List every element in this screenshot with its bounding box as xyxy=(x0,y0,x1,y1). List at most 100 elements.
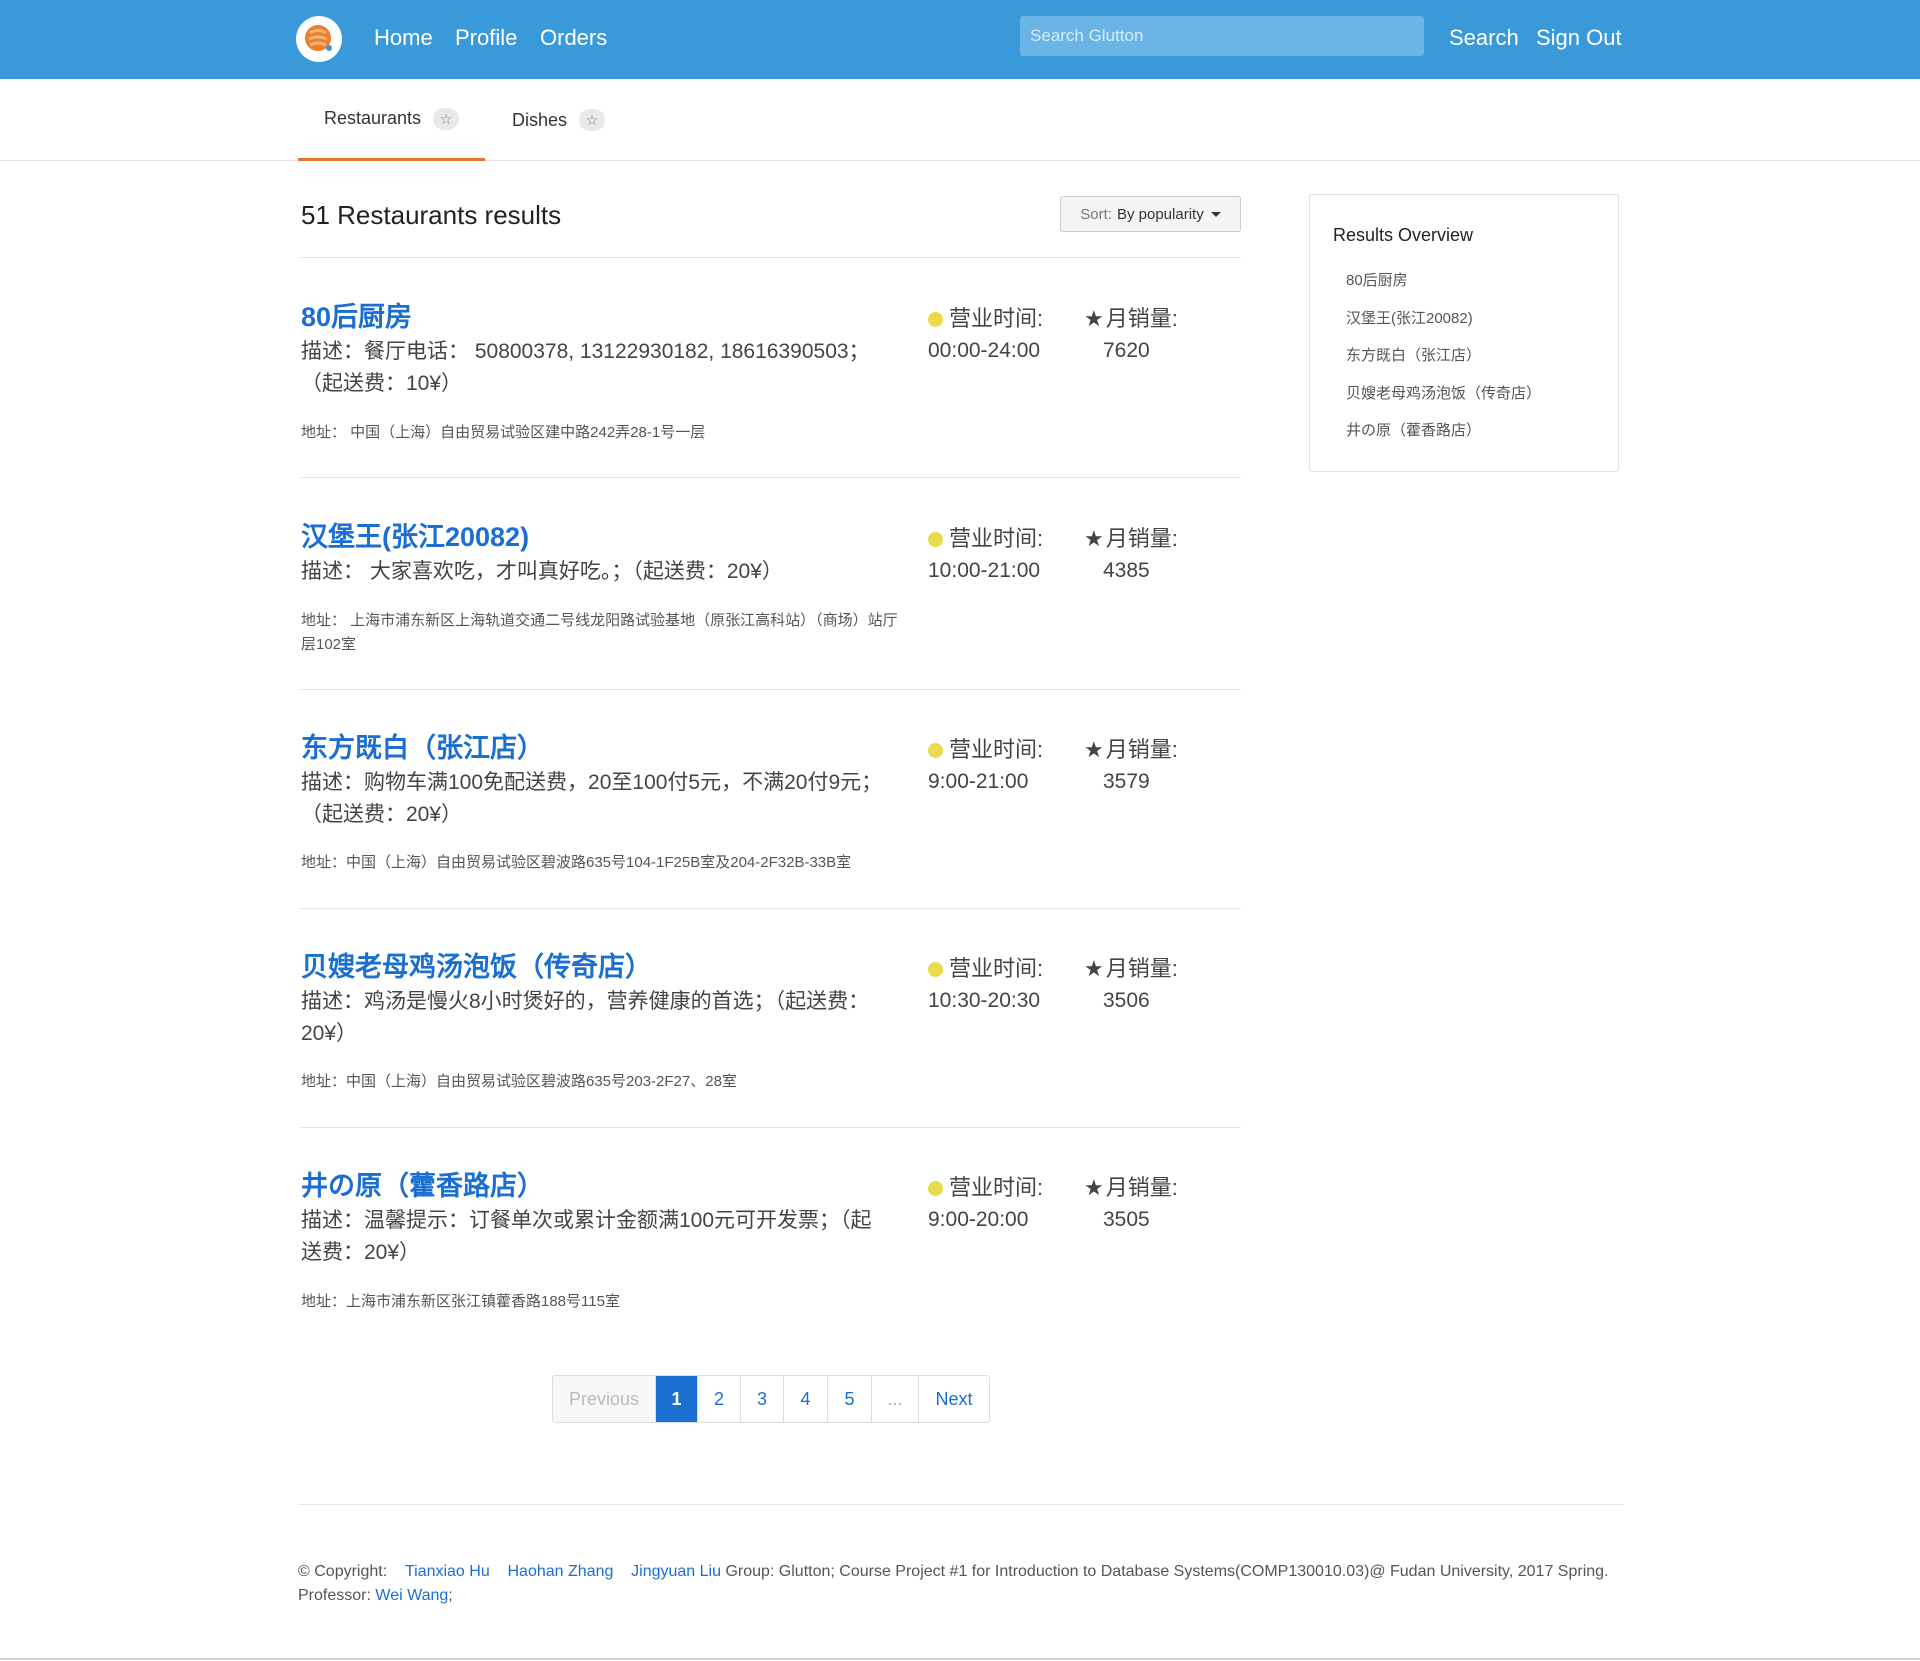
restaurant-card: 汉堡王(张江20082) 描述： 大家喜欢吃，才叫真好吃。；（起送费：20¥） … xyxy=(300,520,1241,660)
sales-label-text: 月销量: xyxy=(1105,306,1178,331)
restaurant-name-link[interactable]: 东方既白（张江店） xyxy=(301,731,544,765)
sort-value: By popularity xyxy=(1116,205,1204,223)
star-icon: ★ xyxy=(1084,306,1104,331)
divider xyxy=(300,689,1241,690)
pagination-next-button[interactable]: Next xyxy=(918,1376,989,1422)
sort-dropdown[interactable]: Sort: By popularity xyxy=(1060,196,1241,232)
restaurant-hours: 9:00-20:00 xyxy=(928,1208,1029,1231)
author-link[interactable]: Tianxiao Hu xyxy=(405,1563,490,1580)
restaurant-hours: 10:00-21:00 xyxy=(928,559,1041,582)
tab-restaurants-label: Restaurants xyxy=(324,108,422,128)
divider xyxy=(300,477,1241,478)
star-icon: ★ xyxy=(1084,1175,1104,1200)
footer-divider xyxy=(298,1504,1623,1505)
pagination-page-3[interactable]: 3 xyxy=(740,1376,783,1422)
footer: © Copyright: Tianxiao Hu Haohan Zhang Ji… xyxy=(298,1560,1658,1608)
restaurant-address: 地址：中国（上海）自由贸易试验区碧波路635号104-1F25B室及204-2F… xyxy=(301,854,852,871)
hours-label: 营业时间: xyxy=(928,524,1043,554)
open-status-dot-icon xyxy=(928,532,943,547)
hours-label: 营业时间: xyxy=(928,954,1043,984)
divider xyxy=(300,908,1241,909)
search-input[interactable] xyxy=(1020,16,1424,56)
tab-dishes-label: Dishes xyxy=(512,109,568,130)
tab-restaurants[interactable]: Restaurants ☆ xyxy=(298,79,486,161)
nav-profile-link[interactable]: Profile xyxy=(455,24,517,52)
restaurant-monthly-sales: 4385 xyxy=(1103,559,1150,582)
open-status-dot-icon xyxy=(928,743,943,758)
pagination-page-5[interactable]: 5 xyxy=(827,1376,871,1422)
pagination-ellipsis: ... xyxy=(871,1376,918,1422)
restaurant-address: 地址：上海市浦东新区张江镇藿香路188号115室 xyxy=(301,1293,620,1310)
hours-label-text: 营业时间: xyxy=(949,306,1044,331)
tab-restaurants-star-icon: ☆ xyxy=(433,107,460,130)
caret-down-icon xyxy=(1210,211,1221,217)
tab-dishes[interactable]: Dishes ☆ xyxy=(486,79,631,161)
sales-label-text: 月销量: xyxy=(1105,1175,1178,1200)
divider xyxy=(300,1127,1241,1128)
results-overview-title: Results Overview xyxy=(1333,225,1474,245)
copyright-label: © Copyright: xyxy=(298,1563,388,1580)
hours-label-text: 营业时间: xyxy=(949,737,1044,762)
logo-graphic xyxy=(305,25,332,51)
restaurant-address: 地址：中国（上海）自由贸易试验区碧波路635号203-2F27、28室 xyxy=(301,1073,737,1090)
professor-link[interactable]: Wei Wang xyxy=(375,1587,448,1604)
sales-label-text: 月销量: xyxy=(1105,526,1178,551)
overview-item[interactable]: 贝嫂老母鸡汤泡饭（传奇店） xyxy=(1346,382,1541,403)
restaurant-hours: 9:00-21:00 xyxy=(928,770,1029,793)
overview-item[interactable]: 80后厨房 xyxy=(1346,269,1408,290)
star-icon: ★ xyxy=(1084,526,1104,551)
restaurant-card: 井の原（藿香路店） 描述：温馨提示：订餐单次或累计金额满100元可开发票；（起送… xyxy=(300,1169,1241,1329)
overview-item[interactable]: 井の原（藿香路店） xyxy=(1346,419,1481,440)
overview-item[interactable]: 汉堡王(张江20082) xyxy=(1346,307,1473,328)
restaurant-address: 地址： 中国（上海）自由贸易试验区建中路242弄28-1号一层 xyxy=(301,424,706,441)
group-description: Group: Glutton; Course Project #1 for In… xyxy=(725,1563,1609,1580)
hours-label-text: 营业时间: xyxy=(949,526,1044,551)
sales-label: ★月销量: xyxy=(1084,954,1178,984)
restaurant-monthly-sales: 7620 xyxy=(1103,339,1150,362)
sales-label: ★月销量: xyxy=(1084,524,1178,554)
hours-label: 营业时间: xyxy=(928,304,1043,334)
restaurant-hours: 10:30-20:30 xyxy=(928,989,1041,1012)
restaurant-address: 地址： 上海市浦东新区上海轨道交通二号线龙阳路试验基地（原张江高科站）（商场）站… xyxy=(301,612,898,653)
restaurant-name-link[interactable]: 80后厨房 xyxy=(301,300,412,334)
restaurant-name-link[interactable]: 贝嫂老母鸡汤泡饭（传奇店） xyxy=(301,950,652,984)
divider xyxy=(300,257,1241,258)
overview-item[interactable]: 东方既白（张江店） xyxy=(1346,344,1481,365)
search-button[interactable]: Search xyxy=(1449,24,1519,52)
professor-suffix: ; xyxy=(448,1587,453,1604)
hours-label: 营业时间: xyxy=(928,735,1043,765)
restaurant-name-link[interactable]: 汉堡王(张江20082) xyxy=(301,520,529,554)
sales-label-text: 月销量: xyxy=(1105,737,1178,762)
hours-label-text: 营业时间: xyxy=(949,956,1044,981)
restaurant-monthly-sales: 3505 xyxy=(1103,1208,1150,1231)
nav-home-link[interactable]: Home xyxy=(374,24,433,52)
star-icon: ★ xyxy=(1084,956,1104,981)
results-title: 51 Restaurants results xyxy=(301,200,562,230)
restaurant-description: 描述：鸡汤是慢火8小时煲好的，营养健康的首选；（起送费：20¥） xyxy=(301,990,870,1045)
pagination-page-2[interactable]: 2 xyxy=(697,1376,740,1422)
author-link[interactable]: Haohan Zhang xyxy=(508,1563,614,1580)
restaurant-name-link[interactable]: 井の原（藿香路店） xyxy=(301,1169,544,1203)
restaurant-monthly-sales: 3506 xyxy=(1103,989,1150,1012)
sales-label: ★月销量: xyxy=(1084,735,1178,765)
professor-label: Professor: xyxy=(298,1587,371,1604)
nav-orders-link[interactable]: Orders xyxy=(540,24,607,52)
author-link[interactable]: Jingyuan Liu xyxy=(631,1563,721,1580)
pagination-page-4[interactable]: 4 xyxy=(783,1376,827,1422)
open-status-dot-icon xyxy=(928,1181,943,1196)
pagination-previous-button[interactable]: Previous xyxy=(553,1376,655,1422)
sales-label-text: 月销量: xyxy=(1105,956,1178,981)
results-tabbar: Restaurants ☆ Dishes ☆ xyxy=(0,79,1920,161)
pagination-page-1[interactable]: 1 xyxy=(655,1376,697,1422)
restaurant-card: 东方既白（张江店） 描述：购物车满100免配送费，20至100付5元，不满20付… xyxy=(300,731,1241,891)
glutton-logo-icon[interactable] xyxy=(296,16,342,62)
sales-label: ★月销量: xyxy=(1084,1173,1178,1203)
tab-dishes-star-icon: ☆ xyxy=(579,109,606,131)
restaurant-hours: 00:00-24:00 xyxy=(928,339,1041,362)
restaurant-description: 描述：购物车满100免配送费，20至100付5元，不满20付9元；（起送费：20… xyxy=(301,771,883,826)
hours-label-text: 营业时间: xyxy=(949,1175,1044,1200)
restaurant-description: 描述：温馨提示：订餐单次或累计金额满100元可开发票；（起送费：20¥） xyxy=(301,1209,872,1264)
results-overview-panel: Results Overview 80后厨房 汉堡王(张江20082) 东方既白… xyxy=(1309,194,1619,472)
sort-prefix: Sort: xyxy=(1080,205,1112,223)
sign-out-button[interactable]: Sign Out xyxy=(1536,24,1622,52)
